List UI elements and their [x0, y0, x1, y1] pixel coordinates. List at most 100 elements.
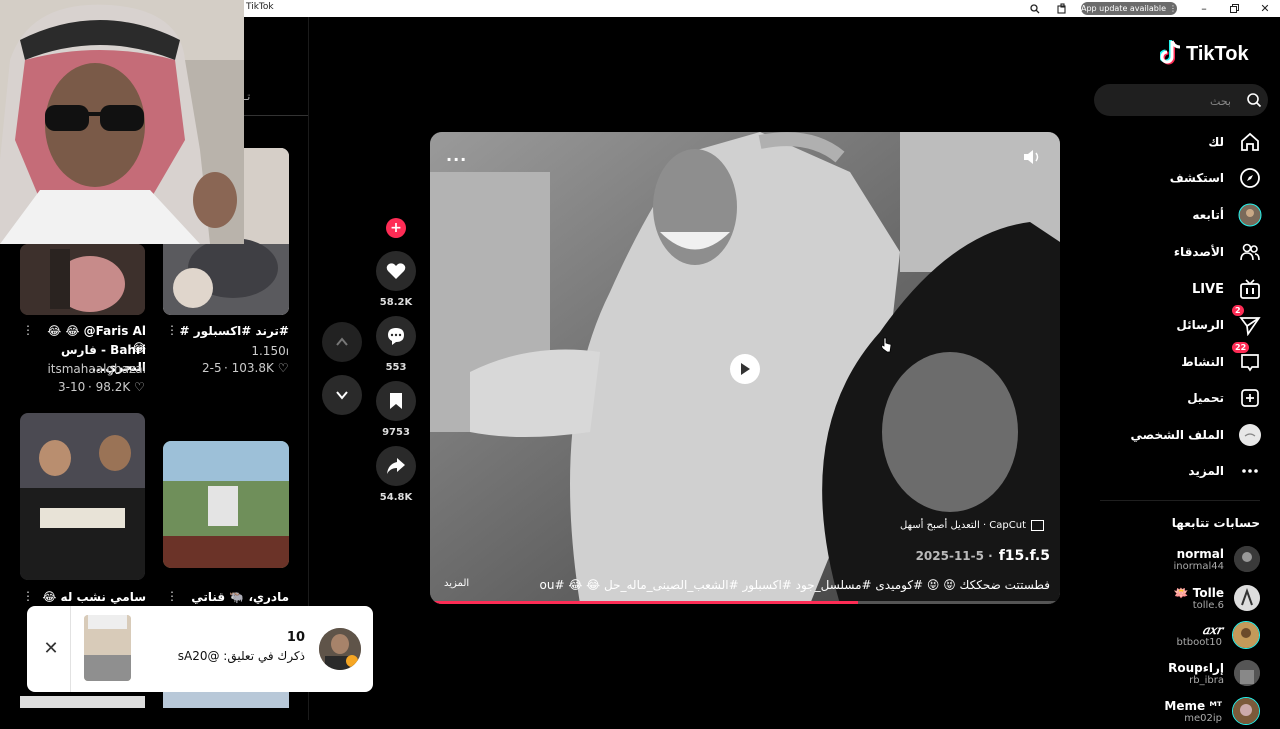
sidebar-item-upload[interactable]: تحميل — [1092, 383, 1262, 413]
sidebar-item-activity[interactable]: النشاط 22 — [1092, 342, 1262, 377]
account-name: 𝑎𝑥𝑟 — [1202, 622, 1222, 637]
sidebar-item-profile[interactable]: الملف الشخصي — [1092, 420, 1262, 450]
sidebar-item-explore[interactable]: استكشف — [1092, 163, 1262, 193]
video-caption[interactable]: فطستتت ضحككك 😝 😝 #كوميدى #مسلسل_جود #اكس… — [540, 578, 1050, 592]
sidebar-item-messages[interactable]: الرسائل 2 — [1092, 305, 1262, 340]
capcut-label: CapCut · التعديل أصبح أسهل — [900, 520, 1026, 531]
extensions-icon[interactable] — [1052, 0, 1072, 17]
account-handle: rb_ibra — [1189, 674, 1224, 686]
like-count: 58.2K — [379, 297, 413, 308]
sidebar-item-label: تحميل — [1187, 391, 1224, 405]
profile-icon — [1238, 423, 1262, 447]
video-player[interactable]: ··· CapCut · التعديل أصبح أسهل 2025-11-5… — [430, 132, 1060, 604]
account-handle: inormal44 — [1173, 560, 1224, 572]
sidebar-item-more[interactable]: المزيد — [1092, 456, 1262, 486]
sidebar-item-friends[interactable]: الأصدقاء — [1092, 237, 1262, 267]
video-thumbnail[interactable] — [20, 413, 145, 580]
kebab-icon: ⋮ — [1169, 4, 1177, 13]
account-name: Roupإراء — [1168, 660, 1224, 675]
messages-icon: 2 — [1232, 305, 1262, 337]
sidebar-item-label: الأصدقاء — [1173, 245, 1224, 259]
account-handle: tolle.6 — [1192, 599, 1224, 611]
sidebar-item-label: LIVE — [1191, 281, 1224, 297]
search-bar[interactable] — [1094, 84, 1268, 116]
video-thumbnail[interactable] — [163, 441, 289, 568]
search-input[interactable] — [1104, 91, 1233, 111]
compass-icon — [1238, 166, 1262, 190]
following-accounts-title: حسابات تتابعها — [1171, 516, 1260, 530]
tiktok-logo[interactable]: TikTok — [1159, 38, 1262, 68]
video-author[interactable]: ו1.150 — [176, 344, 289, 358]
avatar — [1232, 697, 1260, 725]
sidebar-item-label: النشاط — [1181, 355, 1224, 369]
video-progress-fill — [430, 601, 859, 604]
capcut-icon — [1031, 520, 1044, 531]
avatar — [1232, 621, 1260, 649]
video-progress-bar[interactable] — [430, 601, 1060, 604]
restore-button[interactable] — [1224, 0, 1244, 17]
play-button[interactable] — [730, 354, 760, 384]
app-update-button[interactable]: App update available ⋮ — [1081, 2, 1177, 15]
video-date: 2025-11-5 · — [915, 549, 993, 563]
notification-count: 10 — [286, 630, 305, 645]
minimize-button[interactable]: – — [1194, 0, 1214, 17]
account-name: 🪷 Tolle — [1173, 585, 1224, 600]
save-count: 9753 — [382, 427, 410, 438]
sidebar-item-label: الرسائل — [1176, 318, 1224, 332]
video-author[interactable]: f15.f.5 — [999, 548, 1050, 564]
video-author[interactable]: itsmahaalghazal — [30, 362, 146, 376]
share-count: 54.8K — [379, 492, 413, 503]
video-date: 3-10 — [58, 380, 86, 394]
zoom-icon[interactable] — [1025, 0, 1045, 17]
next-video-button[interactable] — [322, 375, 362, 415]
avatar — [1234, 546, 1260, 572]
previous-video-button[interactable] — [322, 322, 362, 362]
video-title[interactable]: #ترند #اكسبلور # — [176, 323, 289, 340]
close-button[interactable]: ✕ — [1255, 0, 1275, 17]
share-button[interactable] — [376, 446, 416, 486]
divider — [70, 606, 71, 692]
account-name: Meme ᴹᵀ — [1164, 698, 1222, 713]
notification-thumbnail[interactable] — [84, 615, 131, 681]
comment-button[interactable] — [376, 316, 416, 356]
close-icon[interactable]: ✕ — [41, 638, 61, 659]
volume-icon[interactable] — [1022, 149, 1042, 169]
video-author-row: 2025-11-5 · f15.f.5 — [916, 548, 1050, 564]
follow-plus-icon[interactable]: + — [386, 218, 406, 238]
share-icon — [387, 458, 405, 474]
following-account[interactable]: 𝑎𝑥𝑟 btboot10 — [1090, 617, 1260, 653]
home-icon — [1238, 130, 1262, 154]
account-handle: btboot10 — [1176, 636, 1223, 648]
more-icon — [1238, 459, 1262, 483]
video-thumbnail[interactable] — [163, 690, 289, 708]
following-account[interactable]: Meme ᴹᵀ me02ip — [1090, 693, 1260, 729]
activity-badge: 22 — [1232, 342, 1250, 353]
save-button[interactable] — [376, 381, 416, 421]
sidebar-item-live[interactable]: LIVE — [1092, 274, 1262, 304]
video-likes: · 103.8K ♡ — [224, 361, 289, 375]
tiktok-logo-text: TikTok — [1186, 43, 1249, 65]
panel-tab[interactable]: تـ — [244, 90, 250, 103]
video-thumbnail[interactable] — [20, 696, 145, 708]
comment-icon — [388, 328, 404, 345]
live-icon — [1238, 277, 1262, 301]
notification-avatar[interactable] — [319, 628, 361, 670]
tab-divider — [244, 115, 308, 116]
search-icon[interactable] — [1246, 92, 1262, 112]
following-account[interactable]: 🪷 Tolle tolle.6 — [1090, 580, 1260, 616]
video-date: 2-5 — [202, 361, 222, 375]
following-account[interactable]: Roupإراء rb_ibra — [1090, 655, 1260, 691]
caption-more-link[interactable]: المزيد — [444, 578, 469, 589]
like-button[interactable] — [376, 251, 416, 291]
capcut-badge[interactable]: CapCut · التعديل أصبح أسهل — [900, 520, 1044, 531]
video-thumbnail[interactable] — [20, 244, 145, 315]
following-account[interactable]: normal inormal44 — [1090, 541, 1260, 577]
sidebar-item-label: لك — [1208, 135, 1224, 149]
bookmark-icon — [390, 393, 402, 409]
notification-toast[interactable]: ✕ 10 ذكرك في تعليق: @sA20 — [27, 606, 373, 692]
messages-badge: 2 — [1232, 305, 1244, 316]
video-options-icon[interactable]: ··· — [446, 150, 467, 169]
sidebar-item-for-you[interactable]: لك — [1092, 127, 1262, 157]
comment-count: 553 — [385, 362, 407, 373]
sidebar-item-following[interactable]: أتابعه — [1092, 200, 1262, 230]
